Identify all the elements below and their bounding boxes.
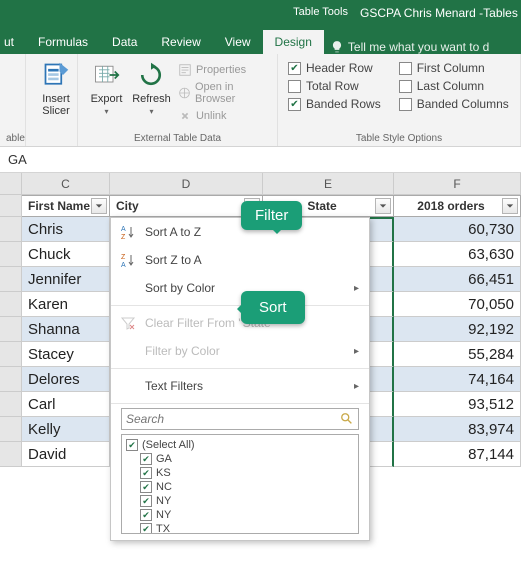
cell-orders[interactable]: 87,144 [394,442,521,467]
cell-first-name[interactable]: Karen [22,292,110,317]
group-style-options-label: Table Style Options [284,131,514,144]
header-orders[interactable]: 2018 orders [394,195,521,217]
formula-bar[interactable]: GA [0,147,521,173]
banded-rows-checkbox[interactable]: ✔Banded Rows [288,95,381,113]
text-filters[interactable]: Text Filters ▸ [111,372,369,400]
filter-dropdown-orders[interactable] [502,198,518,214]
unlink-button[interactable]: Unlink [178,107,271,125]
tab-layout[interactable]: ut [0,30,26,54]
first-column-checkbox[interactable]: First Column [399,59,509,77]
cell-first-name[interactable]: Stacey [22,342,110,367]
tell-me-label: Tell me what you want to d [348,40,489,54]
tab-design[interactable]: Design [263,30,324,54]
lightbulb-icon [330,40,344,54]
cell-orders[interactable]: 66,451 [394,267,521,292]
sort-a-to-z[interactable]: AZ Sort A to Z [111,218,369,246]
column-headers: C D E F [0,173,521,195]
cell-orders[interactable]: 93,512 [394,392,521,417]
banded-columns-checkbox[interactable]: Banded Columns [399,95,509,113]
svg-text:A: A [121,226,126,233]
col-header-c[interactable]: C [22,173,110,194]
callout-filter: Filter [241,201,302,230]
document-title: GSCPA Chris Menard -Tables [356,0,521,28]
insert-slicer-button[interactable]: InsertSlicer [32,57,80,119]
contextual-tab-label: Table Tools [0,0,356,28]
tab-review[interactable]: Review [149,30,212,54]
cell-first-name[interactable]: Delores [22,367,110,392]
svg-text:Z: Z [121,254,126,261]
formula-bar-value: GA [8,152,27,167]
last-column-checkbox[interactable]: Last Column [399,77,509,95]
ribbon-tabs: ut Formulas Data Review View Design Tell… [0,28,521,54]
filter-search-box[interactable] [121,408,359,430]
cell-first-name[interactable]: Chuck [22,242,110,267]
ribbon: able InsertSlicer Export▾ Refresh▾ [0,54,521,147]
col-header-d[interactable]: D [110,173,263,194]
filter-by-color: Filter by Color ▸ [111,337,369,365]
col-header-f[interactable]: F [394,173,521,194]
cell-orders[interactable]: 55,284 [394,342,521,367]
cell-orders[interactable]: 60,730 [394,217,521,242]
header-row-checkbox[interactable]: ✔Header Row [288,59,381,77]
cell-first-name[interactable]: Jennifer [22,267,110,292]
group-table-label: able [6,131,19,144]
cell-first-name[interactable]: Carl [22,392,110,417]
cell-orders[interactable]: 74,164 [394,367,521,392]
clear-filter-icon [119,314,137,332]
svg-text:A: A [121,262,126,268]
title-bar: Table Tools GSCPA Chris Menard -Tables [0,0,521,28]
cell-orders[interactable]: 63,630 [394,242,521,267]
filter-dropdown-first-name[interactable] [91,198,107,214]
total-row-checkbox[interactable]: Total Row [288,77,381,95]
group-external-data-label: External Table Data [84,131,271,144]
unlink-icon [178,109,192,123]
filter-search-input[interactable] [126,412,340,426]
submenu-arrow-icon: ▸ [354,346,359,357]
properties-icon [178,63,192,77]
browser-icon [178,86,191,100]
cell-first-name[interactable]: Shanna [22,317,110,342]
col-header-e[interactable]: E [263,173,394,194]
cell-first-name[interactable]: David [22,442,110,467]
sort-desc-icon: ZA [119,251,137,269]
sort-asc-icon: AZ [119,223,137,241]
filter-menu: AZ Sort A to Z ZA Sort Z to A Sort by Co… [110,217,370,541]
insert-slicer-label: InsertSlicer [42,93,70,117]
search-icon [340,412,354,426]
sort-by-color[interactable]: Sort by Color ▸ [111,274,369,302]
cell-orders[interactable]: 70,050 [394,292,521,317]
export-icon [90,59,122,91]
filter-value-item[interactable]: ✔NC [126,480,354,494]
cell-first-name[interactable]: Kelly [22,417,110,442]
filter-select-all[interactable]: ✔(Select All) [126,438,354,452]
tab-formulas[interactable]: Formulas [26,30,100,54]
filter-value-item[interactable]: ✔NY [126,494,354,508]
callout-sort: Sort [241,291,305,324]
filter-value-item[interactable]: ✔TX [126,522,354,534]
sort-z-to-a[interactable]: ZA Sort Z to A [111,246,369,274]
tell-me-search[interactable]: Tell me what you want to d [324,40,495,54]
properties-button[interactable]: Properties [178,61,271,79]
slicer-icon [40,59,72,91]
refresh-icon [135,59,167,91]
submenu-arrow-icon: ▸ [354,381,359,392]
cell-first-name[interactable]: Chris [22,217,110,242]
submenu-arrow-icon: ▸ [354,283,359,294]
filter-dropdown-state[interactable] [375,198,391,214]
refresh-button[interactable]: Refresh▾ [129,57,174,125]
header-first-name[interactable]: First Name [22,195,110,217]
cell-orders[interactable]: 83,974 [394,417,521,442]
filter-value-item[interactable]: ✔KS [126,466,354,480]
svg-text:Z: Z [121,234,126,240]
tab-data[interactable]: Data [100,30,149,54]
export-button[interactable]: Export▾ [84,57,129,125]
open-in-browser-button[interactable]: Open in Browser [178,79,271,107]
filter-value-list[interactable]: ✔(Select All) ✔GA✔KS✔NC✔NY✔NY✔TX [121,434,359,534]
tab-view[interactable]: View [213,30,263,54]
filter-value-item[interactable]: ✔NY [126,508,354,522]
cell-orders[interactable]: 92,192 [394,317,521,342]
filter-value-item[interactable]: ✔GA [126,452,354,466]
